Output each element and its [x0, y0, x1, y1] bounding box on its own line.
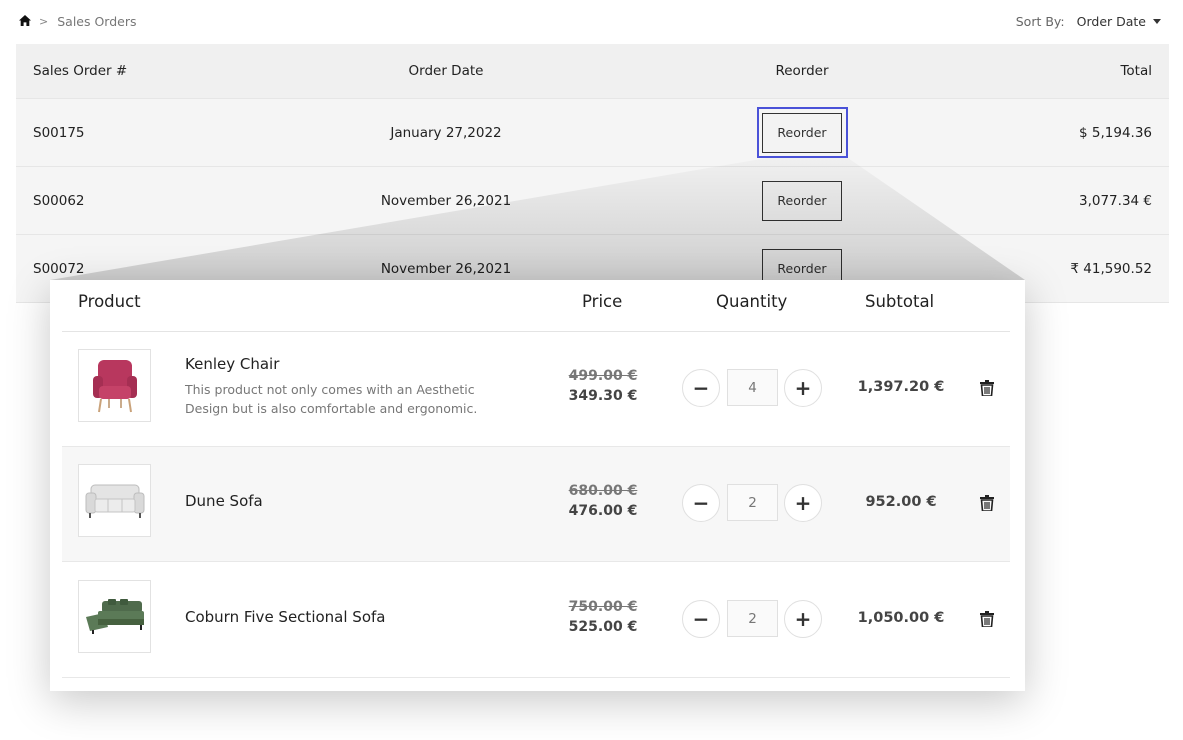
- original-price: 680.00 €: [568, 483, 638, 499]
- sort-control: Sort By: Order Date: [1016, 12, 1161, 30]
- cart-item: Kenley Chair This product not only comes…: [62, 332, 1010, 447]
- order-date: November 26,2021: [380, 192, 512, 209]
- increase-quantity-button[interactable]: +: [784, 369, 822, 407]
- original-price: 499.00 €: [568, 368, 638, 384]
- product-name[interactable]: Coburn Five Sectional Sofa: [185, 608, 385, 626]
- decrease-quantity-button[interactable]: −: [682, 484, 720, 522]
- reorder-cart-panel: Product Price Quantity Subtotal Kenley C…: [50, 280, 1025, 691]
- sectional-sofa-image[interactable]: [78, 580, 151, 653]
- header-product: Product: [78, 292, 141, 311]
- price-block: 680.00 € 476.00 €: [548, 483, 658, 519]
- table-header: Sales Order # Order Date Reorder Total: [16, 44, 1169, 99]
- trash-icon[interactable]: [977, 378, 997, 398]
- header-price: Price: [582, 292, 623, 311]
- sales-orders-table: Sales Order # Order Date Reorder Total S…: [16, 44, 1169, 303]
- increase-quantity-button[interactable]: +: [784, 600, 822, 638]
- item-subtotal: 1,050.00 €: [857, 610, 945, 626]
- table-row[interactable]: S00175 January 27,2022 Reorder $ 5,194.3…: [16, 99, 1169, 167]
- order-number[interactable]: S00175: [33, 99, 85, 166]
- product-description: This product not only comes with an Aest…: [185, 382, 478, 416]
- header-subtotal: Subtotal: [865, 292, 935, 311]
- armchair-image[interactable]: [78, 349, 151, 422]
- original-price: 750.00 €: [568, 599, 638, 615]
- cart-header: Product Price Quantity Subtotal: [62, 280, 1010, 332]
- order-date: January 27,2022: [390, 124, 502, 141]
- decrease-quantity-button[interactable]: −: [682, 369, 720, 407]
- price-block: 750.00 € 525.00 €: [548, 599, 658, 635]
- breadcrumb: > Sales Orders: [19, 12, 137, 30]
- trash-icon[interactable]: [977, 493, 997, 513]
- cart-item: Dune Sofa 680.00 € 476.00 € − 2 + 952.00…: [62, 447, 1010, 562]
- quantity-input[interactable]: 4: [727, 369, 778, 406]
- breadcrumb-separator: >: [39, 14, 49, 28]
- item-subtotal: 1,397.20 €: [857, 379, 945, 395]
- product-name[interactable]: Dune Sofa: [185, 492, 263, 510]
- header-reorder: Reorder: [775, 63, 829, 79]
- home-icon[interactable]: [19, 14, 31, 29]
- header-sales-order-number: Sales Order #: [33, 63, 128, 79]
- header-order-date: Order Date: [408, 63, 484, 79]
- item-subtotal: 952.00 €: [865, 494, 937, 510]
- caret-down-icon[interactable]: [1153, 19, 1161, 24]
- reorder-button[interactable]: Reorder: [762, 180, 842, 221]
- discounted-price: 476.00 €: [568, 503, 638, 519]
- price-block: 499.00 € 349.30 €: [548, 368, 658, 404]
- header-total: Total: [1120, 63, 1152, 79]
- decrease-quantity-button[interactable]: −: [682, 600, 720, 638]
- product-name[interactable]: Kenley Chair: [185, 355, 279, 373]
- sofa-image[interactable]: [78, 464, 151, 537]
- cart-item: Coburn Five Sectional Sofa 750.00 € 525.…: [62, 563, 1010, 678]
- header-quantity: Quantity: [716, 292, 788, 311]
- table-row[interactable]: S00062 November 26,2021 Reorder 3,077.34…: [16, 167, 1169, 235]
- quantity-input[interactable]: 2: [727, 484, 778, 521]
- quantity-input[interactable]: 2: [727, 600, 778, 637]
- trash-icon[interactable]: [977, 609, 997, 629]
- increase-quantity-button[interactable]: +: [784, 484, 822, 522]
- discounted-price: 525.00 €: [568, 619, 638, 635]
- sort-label: Sort By:: [1015, 13, 1065, 29]
- order-total: $ 5,194.36: [1079, 124, 1152, 141]
- discounted-price: 349.30 €: [568, 388, 638, 404]
- sort-dropdown[interactable]: Order Date: [1077, 14, 1146, 29]
- order-number[interactable]: S00062: [33, 167, 85, 234]
- reorder-button[interactable]: Reorder: [762, 112, 842, 153]
- order-total: ₹ 41,590.52: [1070, 260, 1152, 277]
- order-total: 3,077.34 €: [1079, 192, 1152, 209]
- breadcrumb-current: Sales Orders: [57, 13, 137, 29]
